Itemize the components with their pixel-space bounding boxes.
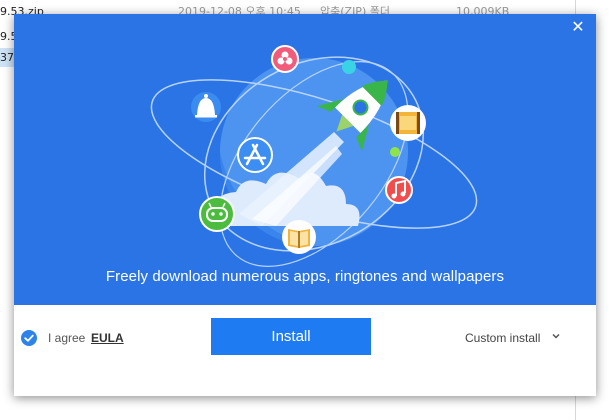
decor-dot bbox=[342, 60, 356, 74]
custom-install-dropdown[interactable]: Custom install bbox=[465, 331, 540, 345]
install-button[interactable]: Install bbox=[211, 318, 371, 355]
chevron-down-icon[interactable] bbox=[551, 331, 561, 341]
checkmark-icon bbox=[24, 334, 34, 342]
book-icon bbox=[282, 220, 316, 254]
hero-illustration bbox=[150, 45, 478, 267]
file-row-selected[interactable]: 37 bbox=[0, 48, 14, 67]
hero-banner: ✕ Freely download numerous apps, rington… bbox=[14, 14, 596, 305]
notification-bell-icon bbox=[191, 92, 221, 122]
music-note-icon bbox=[385, 176, 413, 204]
agree-label: I agree bbox=[48, 331, 86, 345]
eula-link[interactable]: EULA bbox=[91, 331, 124, 345]
banner-tagline: Freely download numerous apps, ringtones… bbox=[105, 268, 505, 285]
file-name: 37 bbox=[0, 51, 14, 64]
flower-icon bbox=[271, 45, 299, 73]
video-film-icon bbox=[390, 105, 426, 141]
close-icon[interactable]: ✕ bbox=[568, 17, 588, 37]
android-robot-icon bbox=[199, 196, 235, 232]
decor-dot bbox=[390, 147, 400, 157]
agree-checkbox[interactable] bbox=[21, 330, 37, 346]
app-store-icon bbox=[237, 137, 273, 173]
